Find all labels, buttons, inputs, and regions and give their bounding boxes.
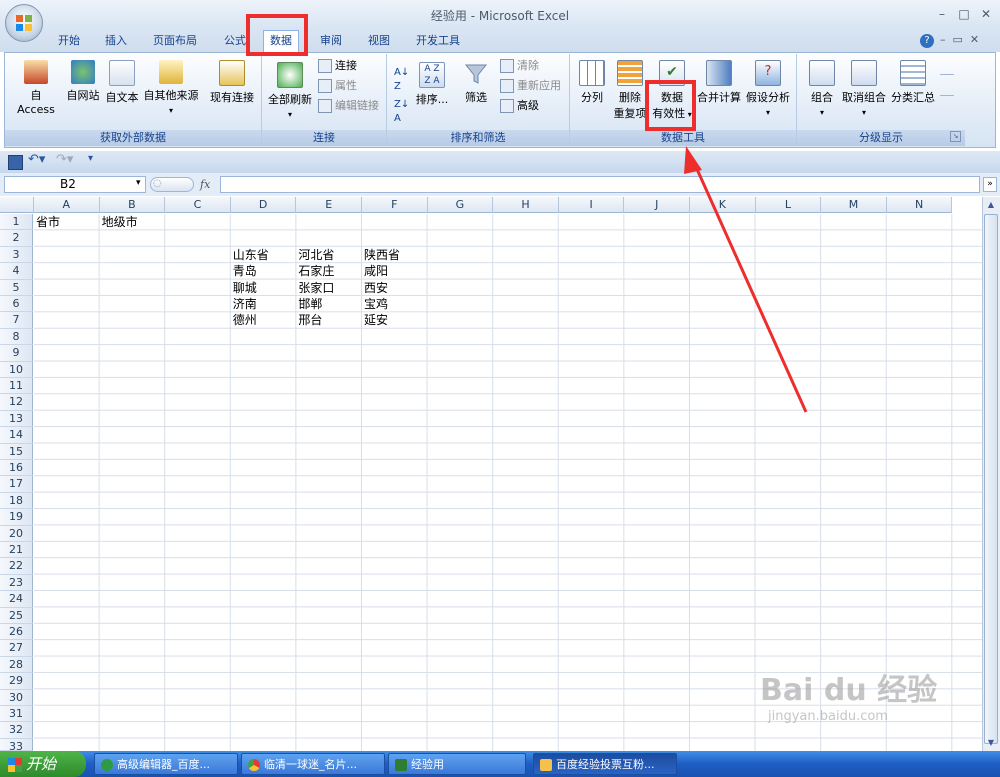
red-arrow-annotation: [684, 146, 808, 413]
